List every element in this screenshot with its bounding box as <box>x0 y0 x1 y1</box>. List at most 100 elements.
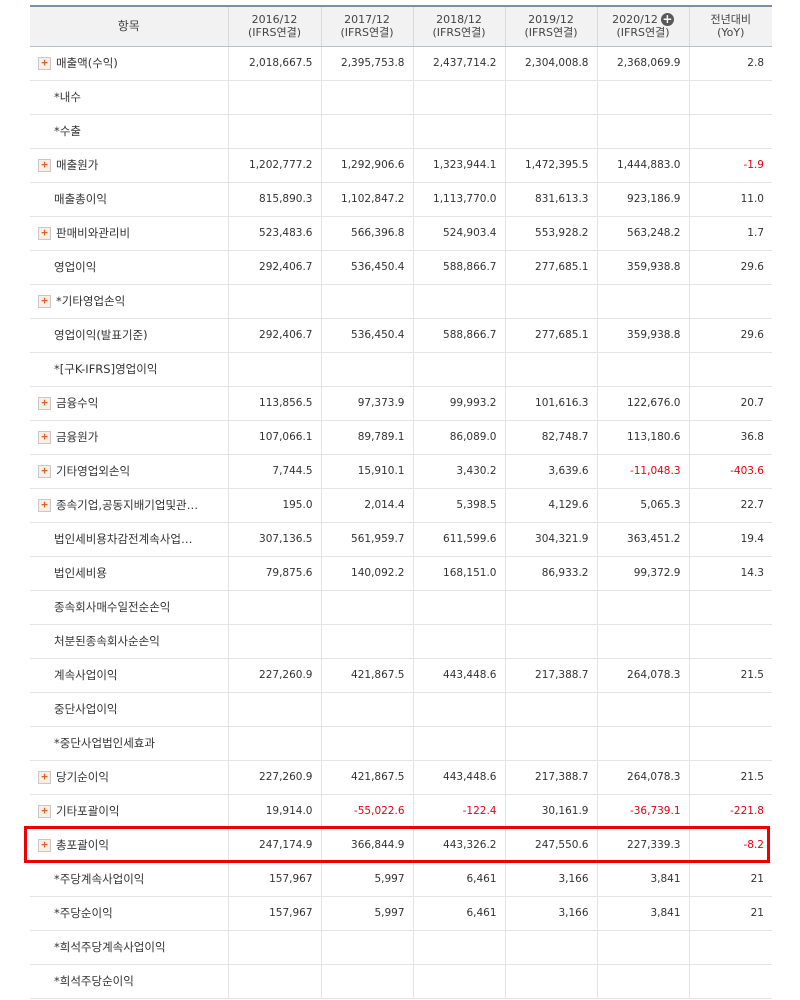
row-item-cell[interactable]: + *기타영업손익 <box>30 284 228 319</box>
value-cell <box>227 590 321 625</box>
expand-plus-icon[interactable]: + <box>38 838 51 852</box>
row-item-cell: 계속사업이익 <box>30 658 228 693</box>
expand-plus-icon[interactable]: + <box>38 158 51 172</box>
value-cell <box>320 352 413 387</box>
value-cell <box>320 114 413 149</box>
value-cell: 3,841 <box>596 896 689 931</box>
yoy-cell: 21 <box>688 896 772 931</box>
expand-plus-icon[interactable]: + <box>38 464 51 478</box>
value-cell <box>596 624 689 659</box>
period-label: 2020/12 <box>612 13 658 27</box>
value-cell: 292,406.7 <box>227 318 321 353</box>
row-item-cell[interactable]: + 기타영업외손익 <box>30 454 228 489</box>
value-cell: 1,323,944.1 <box>412 148 505 183</box>
expand-plus-icon[interactable]: + <box>38 804 51 818</box>
value-cell: 264,078.3 <box>596 658 689 693</box>
value-cell <box>227 624 321 659</box>
value-cell: 6,461 <box>412 862 505 897</box>
value-cell: 157,967 <box>227 896 321 931</box>
value-cell <box>412 624 505 659</box>
circle-plus-icon[interactable]: + <box>660 13 674 27</box>
row-item-wrapper: *희석주당계속사업이익 <box>38 939 228 955</box>
expand-plus-icon[interactable]: + <box>38 770 51 784</box>
value-cell <box>504 930 597 965</box>
row-item-cell[interactable]: + 판매비와관리비 <box>30 216 228 251</box>
row-item-cell[interactable]: + 금융수익 <box>30 386 228 421</box>
table-row: *[구K-IFRS]영업이익 <box>30 352 772 387</box>
value-cell: 7,744.5 <box>227 454 321 489</box>
row-item-cell: 처분된종속회사순손익 <box>30 624 228 659</box>
value-cell: 15,910.1 <box>320 454 413 489</box>
value-cell: 89,789.1 <box>320 420 413 455</box>
value-cell <box>227 930 321 965</box>
row-item-cell[interactable]: + 금융원가 <box>30 420 228 455</box>
value-cell: 277,685.1 <box>504 318 597 353</box>
value-cell: 1,202,777.2 <box>227 148 321 183</box>
value-cell <box>504 352 597 387</box>
row-item-wrapper: + *기타영업손익 <box>38 293 228 309</box>
value-cell <box>504 284 597 319</box>
row-item-wrapper: 영업이익(발표기준) <box>38 327 228 343</box>
table-row: *내수 <box>30 80 772 115</box>
value-cell: 5,065.3 <box>596 488 689 523</box>
yoy-cell <box>688 726 772 761</box>
value-cell: 168,151.0 <box>412 556 505 591</box>
value-cell: 563,248.2 <box>596 216 689 251</box>
expand-plus-icon[interactable]: + <box>38 396 51 410</box>
value-cell: -11,048.3 <box>596 454 689 489</box>
period-label: 2018/12 <box>436 13 482 27</box>
expand-plus-icon[interactable]: + <box>38 294 51 308</box>
value-cell: 1,472,395.5 <box>504 148 597 183</box>
row-item-cell[interactable]: + 매출원가 <box>30 148 228 183</box>
expand-plus-icon[interactable]: + <box>38 430 51 444</box>
value-cell: 157,967 <box>227 862 321 897</box>
yoy-cell: 29.6 <box>688 318 772 353</box>
period-label: 2017/12 <box>344 13 390 27</box>
row-label: *수출 <box>54 124 81 138</box>
value-cell: 19,914.0 <box>227 794 321 829</box>
value-cell: 247,174.9 <box>227 828 321 863</box>
row-item-cell[interactable]: + 총포괄이익 <box>30 828 228 863</box>
row-item-wrapper: *희석주당순이익 <box>38 973 228 989</box>
row-item-cell[interactable]: + 기타포괄이익 <box>30 794 228 829</box>
row-item-wrapper: + 총포괄이익 <box>38 837 228 853</box>
row-item-wrapper: *주당순이익 <box>38 905 228 921</box>
value-cell: 536,450.4 <box>320 318 413 353</box>
row-item-cell: 영업이익 <box>30 250 228 285</box>
table-row: + 매출원가 1,202,777.2 1,292,906.6 1,323,944.1 1,… <box>30 148 772 183</box>
row-label: 판매비와관리비 <box>56 226 131 240</box>
value-cell <box>412 692 505 727</box>
row-label: *희석주당순이익 <box>54 974 134 988</box>
value-cell: 113,856.5 <box>227 386 321 421</box>
expand-plus-icon[interactable]: + <box>38 56 51 70</box>
table-row: *주당순이익 157,967 5,997 6,461 3,166 3,841 21 <box>30 896 772 931</box>
value-cell <box>596 284 689 319</box>
row-item-cell[interactable]: + 매출액(수익) <box>30 46 228 81</box>
row-item-cell: 중단사업이익 <box>30 692 228 727</box>
row-label: 매출액(수익) <box>56 56 118 70</box>
row-label: 금융수익 <box>56 396 99 410</box>
expand-plus-icon[interactable]: + <box>38 226 51 240</box>
value-cell: 421,867.5 <box>320 760 413 795</box>
row-item-cell[interactable]: + 종속기업,공동지배기업및관… <box>30 488 228 523</box>
row-item-wrapper: + 당기순이익 <box>38 769 228 785</box>
value-cell <box>412 80 505 115</box>
yoy-cell: 1.7 <box>688 216 772 251</box>
table-row: + 총포괄이익 247,174.9 366,844.9 443,326.2 247,550… <box>30 828 772 863</box>
expand-plus-icon[interactable]: + <box>38 498 51 512</box>
yoy-cell: 11.0 <box>688 182 772 217</box>
yoy-cell: -8.2 <box>688 828 772 863</box>
row-item-cell: *수출 <box>30 114 228 149</box>
table-row: 중단사업이익 <box>30 692 772 727</box>
item-header-label: 항목 <box>117 18 140 33</box>
table-row: 영업이익 292,406.7 536,450.4 588,866.7 277,685.1… <box>30 250 772 285</box>
value-cell: 3,639.6 <box>504 454 597 489</box>
value-cell <box>504 590 597 625</box>
table-row: + 기타포괄이익 19,914.0 -55,022.6 -122.4 30,161.9 -3… <box>30 794 772 829</box>
value-cell <box>227 964 321 999</box>
row-item-cell[interactable]: + 당기순이익 <box>30 760 228 795</box>
row-label: *주당계속사업이익 <box>54 872 145 886</box>
value-cell: 307,136.5 <box>227 522 321 557</box>
value-cell <box>412 352 505 387</box>
value-cell: 1,113,770.0 <box>412 182 505 217</box>
